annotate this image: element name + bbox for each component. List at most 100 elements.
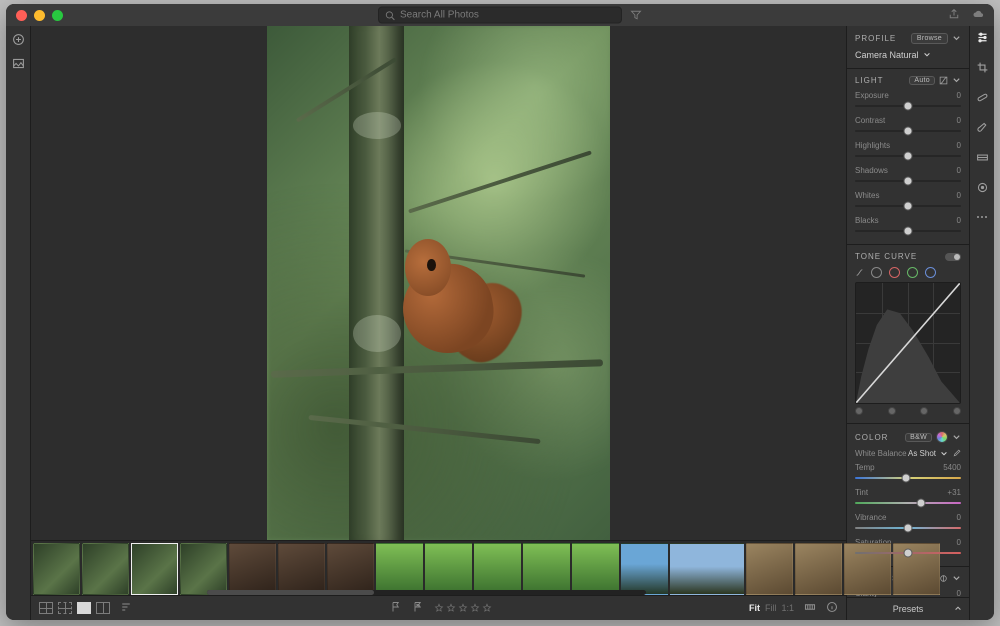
thumbnail[interactable] bbox=[180, 543, 227, 595]
star-icon[interactable] bbox=[434, 603, 444, 613]
chevron-down-icon[interactable] bbox=[952, 34, 961, 43]
curve-channel-blue[interactable] bbox=[925, 267, 936, 278]
thumbnail[interactable] bbox=[278, 543, 325, 595]
thumbnail[interactable] bbox=[523, 543, 570, 595]
tonecurve-toggle[interactable] bbox=[945, 253, 961, 261]
filmstrip-scrollbar[interactable] bbox=[207, 590, 646, 595]
filmstrip[interactable] bbox=[31, 540, 846, 595]
white-balance-value[interactable]: As Shot bbox=[908, 449, 936, 458]
slider-label-temp: Temp bbox=[855, 463, 875, 472]
tonecurve-icon[interactable] bbox=[939, 76, 948, 85]
curve-region-shadows[interactable] bbox=[855, 407, 863, 415]
cloud-sync-button[interactable] bbox=[972, 8, 984, 22]
info-button[interactable] bbox=[826, 601, 838, 615]
split-tone-icon[interactable] bbox=[939, 574, 948, 583]
close-window-button[interactable] bbox=[16, 10, 27, 21]
flag-pick-button[interactable] bbox=[390, 601, 402, 615]
rating-stars[interactable] bbox=[434, 603, 492, 613]
photo-grid-view-button[interactable] bbox=[39, 602, 53, 614]
edit-tool-button[interactable] bbox=[975, 30, 989, 44]
slider-value-exposure: 0 bbox=[957, 91, 961, 100]
slider-tint[interactable] bbox=[855, 498, 961, 508]
thumbnail[interactable] bbox=[795, 543, 842, 595]
chevron-down-icon[interactable] bbox=[952, 76, 961, 85]
eyedropper-icon[interactable] bbox=[952, 449, 961, 458]
square-grid-view-button[interactable] bbox=[58, 602, 72, 614]
film-toggle-button[interactable] bbox=[804, 601, 816, 615]
slider-contrast[interactable] bbox=[855, 126, 961, 136]
minimize-window-button[interactable] bbox=[34, 10, 45, 21]
section-tonecurve-label: TONE CURVE bbox=[855, 252, 917, 261]
slider-value-blacks: 0 bbox=[957, 216, 961, 225]
thumbnail[interactable] bbox=[746, 543, 793, 595]
curve-channel-green[interactable] bbox=[907, 267, 918, 278]
star-icon[interactable] bbox=[470, 603, 480, 613]
chevron-down-icon[interactable] bbox=[923, 51, 931, 59]
flag-reject-button[interactable] bbox=[412, 601, 424, 615]
main-photo bbox=[267, 26, 610, 540]
slider-whites[interactable] bbox=[855, 201, 961, 211]
thumbnail[interactable] bbox=[474, 543, 521, 595]
profile-value[interactable]: Camera Natural bbox=[855, 50, 919, 60]
image-canvas[interactable] bbox=[31, 26, 846, 540]
thumbnail[interactable] bbox=[670, 543, 744, 595]
star-icon[interactable] bbox=[446, 603, 456, 613]
filter-button[interactable] bbox=[630, 4, 642, 26]
star-icon[interactable] bbox=[482, 603, 492, 613]
curve-region-darks[interactable] bbox=[888, 407, 896, 415]
chevron-down-icon[interactable] bbox=[952, 574, 961, 583]
color-mixer-button[interactable] bbox=[936, 431, 948, 443]
linear-gradient-tool-button[interactable] bbox=[975, 150, 989, 164]
parametric-curve-icon[interactable] bbox=[855, 268, 864, 277]
heal-tool-button[interactable] bbox=[975, 90, 989, 104]
curve-region-highlights[interactable] bbox=[953, 407, 961, 415]
titlebar: Search All Photos bbox=[6, 4, 994, 26]
zoom-1to1-button[interactable]: 1:1 bbox=[782, 603, 795, 613]
slider-temp[interactable] bbox=[855, 473, 961, 483]
slider-vibrance[interactable] bbox=[855, 523, 961, 533]
add-photos-button[interactable] bbox=[11, 32, 25, 46]
share-button[interactable] bbox=[948, 8, 960, 22]
sort-button[interactable] bbox=[120, 601, 132, 615]
chevron-down-icon[interactable] bbox=[940, 450, 948, 458]
zoom-fit-button[interactable]: Fit bbox=[749, 603, 760, 613]
thumbnail[interactable] bbox=[33, 543, 80, 595]
compare-view-button[interactable] bbox=[96, 602, 110, 614]
slider-highlights[interactable] bbox=[855, 151, 961, 161]
curve-region-lights[interactable] bbox=[920, 407, 928, 415]
thumbnail[interactable] bbox=[425, 543, 472, 595]
thumbnail[interactable] bbox=[327, 543, 374, 595]
zoom-fill-button[interactable]: Fill bbox=[765, 603, 777, 613]
brush-tool-button[interactable] bbox=[975, 120, 989, 134]
traffic-lights bbox=[6, 10, 63, 21]
flag-icon bbox=[390, 601, 402, 613]
profile-browse-button[interactable]: Browse bbox=[911, 33, 948, 44]
photo-icon bbox=[12, 57, 25, 70]
slider-shadows[interactable] bbox=[855, 176, 961, 186]
curve-channel-red[interactable] bbox=[889, 267, 900, 278]
light-auto-button[interactable]: Auto bbox=[909, 76, 935, 85]
thumbnail[interactable] bbox=[82, 543, 129, 595]
crop-tool-button[interactable] bbox=[975, 60, 989, 74]
thumbnail-selected[interactable] bbox=[131, 543, 178, 595]
thumbnail[interactable] bbox=[621, 543, 668, 595]
white-balance-label: White Balance bbox=[855, 449, 907, 458]
slider-saturation[interactable] bbox=[855, 548, 961, 558]
chevron-down-icon[interactable] bbox=[952, 433, 961, 442]
search-input[interactable]: Search All Photos bbox=[378, 7, 622, 24]
detail-view-button[interactable] bbox=[77, 602, 91, 614]
curve-channel-lum[interactable] bbox=[871, 267, 882, 278]
color-bw-button[interactable]: B&W bbox=[905, 433, 932, 442]
thumbnail[interactable] bbox=[376, 543, 423, 595]
radial-gradient-tool-button[interactable] bbox=[975, 180, 989, 194]
more-tools-button[interactable] bbox=[975, 210, 989, 224]
presets-button[interactable]: Presets bbox=[847, 597, 969, 620]
thumbnail[interactable] bbox=[229, 543, 276, 595]
tone-curve-editor[interactable] bbox=[855, 282, 961, 404]
slider-exposure[interactable] bbox=[855, 101, 961, 111]
thumbnail[interactable] bbox=[572, 543, 619, 595]
slider-blacks[interactable] bbox=[855, 226, 961, 236]
my-photos-button[interactable] bbox=[11, 56, 25, 70]
star-icon[interactable] bbox=[458, 603, 468, 613]
zoom-window-button[interactable] bbox=[52, 10, 63, 21]
